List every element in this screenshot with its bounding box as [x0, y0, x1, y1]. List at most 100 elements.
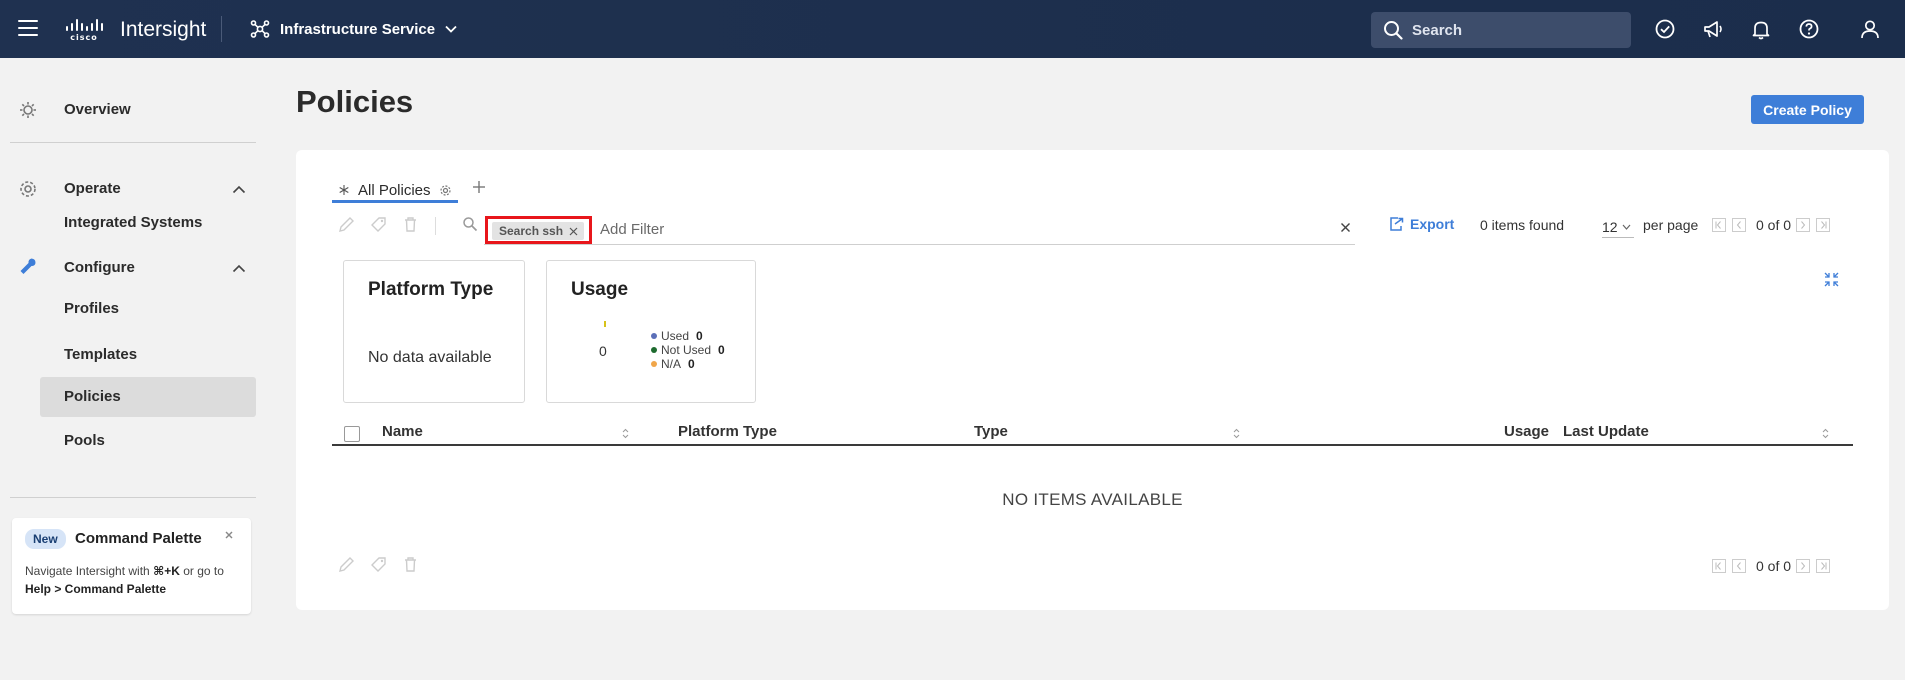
remove-filter-close-icon[interactable]: [569, 227, 578, 236]
delete-trash-icon[interactable]: [402, 216, 419, 233]
select-all-checkbox[interactable]: [344, 426, 360, 442]
export-button[interactable]: Export: [1389, 216, 1454, 232]
per-page-select[interactable]: 12: [1602, 216, 1634, 238]
legend-label: Not Used: [661, 343, 712, 357]
header-divider: [221, 16, 222, 42]
search-icon: [1384, 21, 1403, 40]
sidebar-item-profiles[interactable]: Profiles: [40, 289, 256, 329]
configure-wrench-icon: [20, 258, 36, 274]
sidebar-item-overview[interactable]: Overview: [0, 92, 256, 128]
service-selector[interactable]: Infrastructure Service: [250, 19, 457, 39]
page-info: 0 of 0: [1756, 558, 1792, 574]
usage-card: Usage 0 Used 0 Not Used 0 N/A 0: [546, 260, 756, 403]
previous-page-icon[interactable]: [1732, 559, 1746, 573]
sort-icon[interactable]: [1233, 428, 1240, 439]
add-filter-input[interactable]: [600, 218, 1340, 240]
sidebar-item-policies[interactable]: Policies: [40, 377, 256, 417]
previous-page-icon[interactable]: [1732, 218, 1746, 232]
delete-trash-icon[interactable]: [402, 556, 419, 573]
first-page-icon[interactable]: [1712, 218, 1726, 232]
column-header-type[interactable]: Type: [974, 423, 1008, 440]
app-title: Intersight: [120, 18, 207, 41]
legend-dot: [651, 333, 657, 339]
sidebar-label-policies: Policies: [64, 388, 121, 405]
legend-dot: [651, 361, 657, 367]
toolbar-separator: [435, 217, 436, 235]
tag-icon[interactable]: [370, 216, 387, 233]
legend-label: N/A: [661, 357, 682, 371]
command-palette-title: Command Palette: [75, 530, 202, 547]
command-palette-description: Navigate Intersight with ⌘+K or go to He…: [25, 564, 224, 596]
collapse-widgets-icon[interactable]: [1824, 272, 1839, 287]
legend-value: 0: [688, 357, 695, 371]
search-placeholder: Search: [1412, 21, 1463, 39]
filter-underline: [484, 244, 1355, 245]
first-page-icon[interactable]: [1712, 559, 1726, 573]
empty-table-message: NO ITEMS AVAILABLE: [1002, 490, 1183, 509]
sidebar-item-configure[interactable]: Configure: [0, 250, 256, 286]
column-header-last-update[interactable]: Last Update: [1563, 423, 1649, 440]
sort-icon[interactable]: [622, 428, 629, 439]
sidebar: Overview Operate Integrated Systems Conf…: [0, 58, 265, 680]
svg-text:cisco: cisco: [70, 33, 97, 42]
global-search-input[interactable]: Search: [1371, 12, 1631, 48]
sidebar-label-configure: Configure: [64, 259, 135, 276]
legend-item-used: Used 0: [651, 329, 725, 343]
next-page-icon[interactable]: [1796, 559, 1810, 573]
create-policy-button[interactable]: Create Policy: [1751, 95, 1864, 124]
announcement-megaphone-icon[interactable]: [1702, 18, 1724, 40]
per-page-label: per page: [1643, 217, 1699, 233]
chevron-down-icon: [445, 25, 457, 33]
last-page-icon[interactable]: [1816, 559, 1830, 573]
top-bar: cisco Intersight Infrastructure Service …: [0, 0, 1905, 58]
sidebar-label-pools: Pools: [64, 432, 105, 449]
menu-icon[interactable]: [18, 20, 38, 36]
policies-panel: All Policies Search ssh Export 0 items f…: [296, 150, 1889, 610]
legend-item-not-used: Not Used 0: [651, 343, 725, 357]
usage-total-value: 0: [599, 343, 607, 359]
next-page-icon[interactable]: [1796, 218, 1810, 232]
check-circle-icon[interactable]: [1654, 18, 1676, 40]
usage-donut-chart: [604, 321, 606, 327]
user-profile-icon[interactable]: [1859, 18, 1881, 40]
sidebar-item-pools[interactable]: Pools: [40, 421, 256, 461]
sidebar-label-overview: Overview: [64, 101, 131, 118]
sidebar-item-templates[interactable]: Templates: [40, 335, 256, 375]
sidebar-label-profiles: Profiles: [64, 300, 120, 317]
chevron-down-icon: [1622, 224, 1631, 230]
notification-bell-icon[interactable]: [1750, 18, 1772, 40]
export-label: Export: [1410, 216, 1455, 232]
close-icon[interactable]: [223, 529, 235, 541]
sort-icon[interactable]: [1822, 428, 1829, 439]
help-icon[interactable]: [1798, 18, 1820, 40]
page-title: Policies: [296, 84, 414, 119]
chevron-up-icon[interactable]: [232, 185, 246, 194]
filter-search-icon: [463, 217, 478, 232]
legend-dot: [651, 347, 657, 353]
usage-legend: Used 0 Not Used 0 N/A 0: [651, 329, 725, 371]
last-page-icon[interactable]: [1816, 218, 1830, 232]
sidebar-item-integrated-systems[interactable]: Integrated Systems: [40, 203, 256, 243]
column-header-platform-type[interactable]: Platform Type: [678, 423, 777, 440]
sidebar-label-integrated-systems: Integrated Systems: [64, 214, 203, 231]
sidebar-item-operate[interactable]: Operate: [0, 171, 256, 207]
edit-pencil-icon[interactable]: [338, 216, 355, 233]
table-header: Name Platform Type Type Usage Last Updat…: [332, 418, 1853, 446]
overview-icon: [20, 102, 36, 118]
add-tab-plus-icon[interactable]: [472, 180, 486, 194]
command-palette-card: New Command Palette Navigate Intersight …: [12, 518, 251, 614]
tag-icon[interactable]: [370, 556, 387, 573]
edit-pencil-icon[interactable]: [338, 556, 355, 573]
per-page-value: 12: [1602, 218, 1618, 235]
tab-label: All Policies: [358, 181, 431, 199]
page-info: 0 of 0: [1756, 217, 1792, 233]
tab-settings-gear-icon[interactable]: [439, 184, 451, 196]
column-header-usage[interactable]: Usage: [1504, 423, 1549, 440]
clear-filter-close-icon[interactable]: [1340, 222, 1351, 233]
legend-item-na: N/A 0: [651, 357, 725, 371]
tab-all-policies[interactable]: All Policies: [332, 178, 451, 202]
chevron-up-icon[interactable]: [232, 264, 246, 273]
filter-chip-search-ssh[interactable]: Search ssh: [492, 222, 585, 240]
column-header-name[interactable]: Name: [382, 423, 423, 440]
asterisk-icon: [339, 185, 349, 195]
